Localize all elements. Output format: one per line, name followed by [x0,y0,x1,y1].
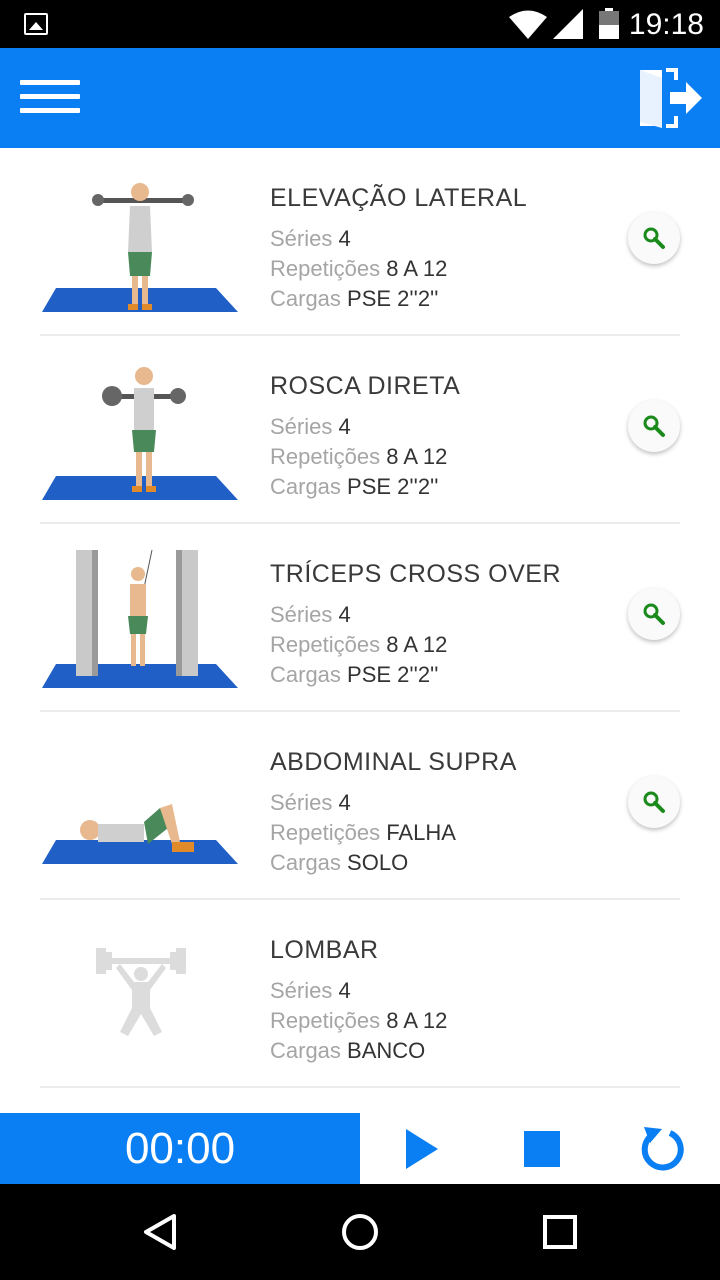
load-value: PSE 2''2'' [347,474,439,499]
refresh-icon[interactable] [638,1125,686,1173]
reps-value: 8 A 12 [386,256,448,281]
reps-value: 8 A 12 [386,444,448,469]
exercise-illustration [42,804,238,864]
exercise-name: ABDOMINAL SUPRA [270,748,517,776]
exercise-name: LOMBAR [270,936,379,964]
home-icon[interactable] [340,1212,380,1252]
image-notification-icon [24,13,48,35]
search-icon [643,791,665,813]
reps-label: Repetições [270,444,381,469]
timer-bar: 00:00 [0,1113,720,1184]
load-label: Cargas [270,1038,341,1063]
exercise-item[interactable]: TRÍCEPS CROSS OVER Séries 4 Repetições 8… [40,524,680,712]
exit-icon[interactable] [636,66,704,130]
series-value: 4 [338,602,351,627]
series-label: Séries [270,790,333,815]
details-button[interactable] [628,400,680,452]
reps-value: FALHA [386,820,456,845]
exercise-name: TRÍCEPS CROSS OVER [270,560,561,588]
series-label: Séries [270,226,333,251]
exercise-name: ELEVAÇÃO LATERAL [270,184,528,212]
series-value: 4 [338,226,351,251]
exercise-list: ELEVAÇÃO LATERAL Séries 4 Repetições 8 A… [40,148,680,1088]
reps-label: Repetições [270,256,381,281]
load-label: Cargas [270,850,341,875]
search-icon [643,603,665,625]
timer-display: 00:00 [0,1113,360,1184]
search-icon [643,415,665,437]
signal-icon [553,9,583,39]
back-icon[interactable] [140,1212,180,1252]
exercise-item[interactable]: ELEVAÇÃO LATERAL Séries 4 Repetições 8 A… [40,148,680,336]
exercise-illustration [42,183,238,312]
battery-icon [599,8,619,39]
series-label: Séries [270,414,333,439]
load-label: Cargas [270,286,341,311]
recents-icon[interactable] [540,1212,580,1252]
series-value: 4 [338,790,351,815]
stop-icon[interactable] [518,1125,566,1173]
wifi-icon [509,10,547,39]
load-value: BANCO [347,1038,426,1063]
app-bar [0,48,720,148]
details-button[interactable] [628,212,680,264]
exercise-illustration [42,549,238,688]
reps-label: Repetições [270,820,381,845]
exercise-item[interactable]: ABDOMINAL SUPRA Séries 4 Repetições FALH… [40,712,680,900]
load-value: PSE 2''2'' [347,286,439,311]
series-label: Séries [270,602,333,627]
exercise-item[interactable]: ROSCA DIRETA Séries 4 Repetições 8 A 12 … [40,336,680,524]
clock: 19:18 [628,8,704,41]
reps-value: 8 A 12 [386,1008,448,1033]
load-value: PSE 2''2'' [347,662,439,687]
details-button[interactable] [628,776,680,828]
status-bar: 19:18 [0,0,720,48]
exercise-illustration [42,367,238,500]
menu-icon[interactable] [20,80,80,116]
series-value: 4 [338,978,351,1003]
play-icon[interactable] [398,1125,446,1173]
load-value: SOLO [347,850,409,875]
details-button[interactable] [628,588,680,640]
series-label: Séries [270,978,333,1003]
reps-value: 8 A 12 [386,632,448,657]
search-icon [643,227,665,249]
series-value: 4 [338,414,351,439]
system-nav-bar [0,1184,720,1280]
weightlifter-placeholder-icon [96,948,186,1036]
reps-label: Repetições [270,1008,381,1033]
reps-label: Repetições [270,632,381,657]
load-label: Cargas [270,662,341,687]
exercise-name: ROSCA DIRETA [270,372,461,400]
exercise-item[interactable]: LOMBAR Séries 4 Repetições 8 A 12 Cargas… [40,900,680,1088]
load-label: Cargas [270,474,341,499]
